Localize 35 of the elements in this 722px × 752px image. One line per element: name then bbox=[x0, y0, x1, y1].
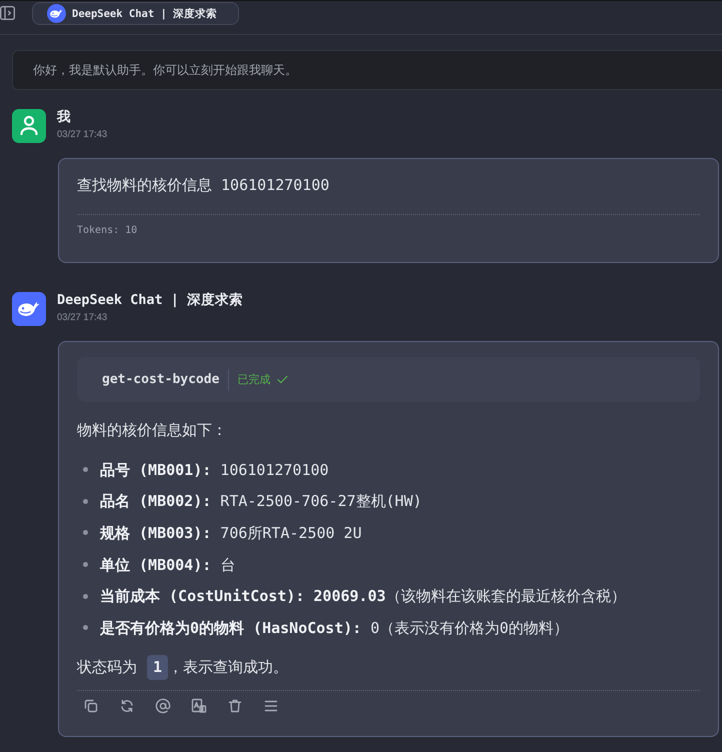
image-translate-icon[interactable] bbox=[191, 698, 207, 714]
bullet-icon bbox=[83, 562, 88, 568]
chat-tab[interactable]: DeepSeek Chat | 深度求索 bbox=[32, 2, 240, 25]
message-text: 查找物料的核价信息 106101270100 bbox=[77, 175, 330, 196]
message-text: 物料的核价信息如下： bbox=[77, 420, 228, 441]
at-sign-icon[interactable] bbox=[155, 698, 171, 714]
bullet-icon bbox=[83, 625, 88, 630]
bullet-icon bbox=[83, 594, 88, 599]
list-item-text: 单位 (MB004): 台 bbox=[100, 554, 236, 575]
list-item-text: 是否有价格为0的物料 (HasNoCost): 0（表示没有价格为0的物料） bbox=[100, 618, 569, 638]
system-message-text: 你好，我是默认助手。你可以立刻开始跟我聊天。 bbox=[33, 62, 297, 78]
token-count: Tokens: 10 bbox=[77, 224, 138, 238]
list-item-text: 规格 (MB003): 706所RTA-2500 2U bbox=[100, 522, 362, 543]
trash-icon[interactable] bbox=[227, 698, 243, 714]
list-item-text: 品名 (MB002): RTA-2500-706-27整机(HW) bbox=[100, 491, 422, 512]
bullet-icon bbox=[83, 530, 88, 536]
message-time: 03/27 17:43 bbox=[57, 129, 108, 141]
sender-name: DeepSeek Chat | 深度求索 bbox=[57, 292, 244, 308]
list-item-text: 当前成本 (CostUnitCost): 20069.03（该物料在该账套的最近核价含税） bbox=[100, 586, 626, 606]
tool-status: 已完成 bbox=[237, 372, 270, 387]
person-avatar-icon bbox=[12, 109, 46, 143]
whale-avatar-icon bbox=[12, 292, 46, 326]
sidebar-toggle-icon[interactable] bbox=[0, 6, 15, 20]
status-text: 状态码为 bbox=[77, 657, 137, 678]
tool-name: get-cost-bycode bbox=[102, 372, 220, 387]
bullet-icon bbox=[83, 498, 88, 504]
status-text: ，表示查询成功。 bbox=[168, 657, 288, 678]
message-time: 03/27 17:43 bbox=[57, 312, 108, 324]
refresh-icon[interactable] bbox=[119, 698, 135, 714]
list-item-text: 品号 (MB001): 106101270100 bbox=[100, 460, 329, 480]
bullet-icon bbox=[83, 467, 88, 472]
inline-code: 1 bbox=[147, 654, 168, 680]
copy-icon[interactable] bbox=[83, 698, 99, 714]
sender-name: 我 bbox=[57, 109, 71, 125]
whale-icon bbox=[47, 4, 66, 23]
